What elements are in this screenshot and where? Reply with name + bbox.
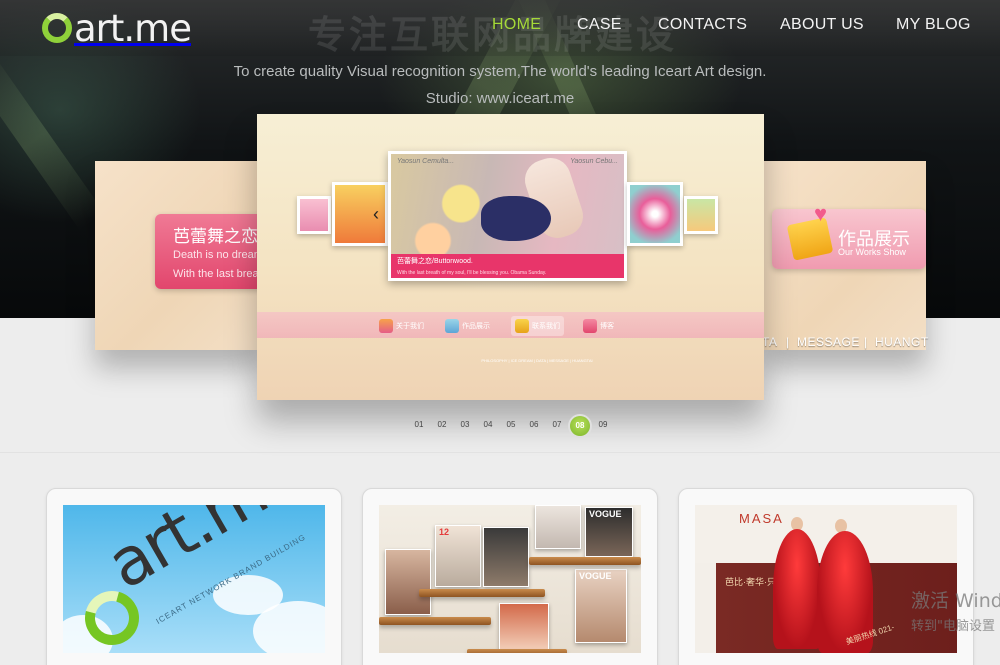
thumb-image[interactable]	[332, 182, 388, 246]
magazine-cover	[499, 603, 549, 653]
strip-link-message[interactable]: MESSAGE	[797, 335, 860, 349]
slide-left-card: 芭蕾舞之恋 Death is no drean With the last br…	[155, 214, 265, 289]
logo-ring-icon	[42, 13, 72, 43]
slide-tab-works[interactable]: 作品展示	[445, 316, 490, 336]
feature-signature-left: Yaosun Cemulta...	[397, 158, 455, 165]
section-divider	[0, 452, 1000, 453]
os-watermark-line-2: 转到"电脑设置	[911, 619, 995, 634]
pager-dot[interactable]: 01	[408, 420, 430, 429]
strip-link-huangt[interactable]: HUANGT	[875, 335, 929, 349]
feature-caption-line: With the last breath of my soul, I'll be…	[397, 270, 547, 276]
os-watermark-line-1: 激活 Wind	[911, 590, 1000, 612]
feature-signature-right: Yaosun Cebu...	[570, 158, 618, 165]
strip-separator: |	[864, 335, 868, 349]
blog-icon	[583, 319, 597, 333]
strip-separator: |	[786, 335, 790, 349]
magazine-label: 12	[439, 527, 450, 537]
nav-contacts[interactable]: CONTACTS	[658, 16, 747, 34]
slide-tab-label: 关于我们	[396, 323, 424, 330]
magazine-label: VOGUE	[589, 509, 622, 519]
slide-tab-about[interactable]: 关于我们	[379, 316, 424, 336]
slide-left-line-2: With the last brea	[173, 268, 259, 280]
thumb-image[interactable]	[627, 182, 683, 246]
tagline-line-1: To create quality Visual recognition sys…	[233, 63, 767, 80]
magazine-card-image: 12 VOGUE VOGUE	[379, 505, 641, 653]
thumb-image[interactable]	[297, 196, 331, 234]
slide-left-line-1: Death is no drean	[173, 249, 260, 261]
slide-tab-contact[interactable]: 联系我们	[511, 316, 564, 336]
wooden-shelf	[467, 649, 567, 653]
pager-dot[interactable]: 07	[546, 420, 568, 429]
slide-right-card: ♥ 作品展示 Our Works Show	[772, 201, 926, 269]
portfolio-card-fashion[interactable]: MASA 芭比·奢华·只做专属新娘 美丽热线 021-	[678, 488, 974, 665]
feature-caption-title: 芭蕾舞之恋/Buttonwood.	[397, 258, 473, 265]
nav-about-us[interactable]: ABOUT US	[780, 16, 864, 34]
strip-link-ta[interactable]: TA	[762, 335, 777, 349]
tagline-line-2: Studio: www.iceart.me	[425, 90, 575, 107]
thumb-image[interactable]	[684, 196, 718, 234]
fashion-brand: MASA	[739, 511, 784, 526]
pager-dot[interactable]: 05	[500, 420, 522, 429]
wooden-shelf	[379, 617, 491, 625]
slide-footer-nav: PHILOSOPHY | ICE DREAM | DATA | MESSAGE …	[481, 358, 593, 363]
slide-tab-blog[interactable]: 博客	[583, 316, 614, 336]
featured-image[interactable]: Yaosun Cemulta... Yaosun Cebu... 芭蕾舞之恋/B…	[388, 151, 627, 281]
slide-right-subtitle: Our Works Show	[838, 247, 906, 257]
magazine-cover	[385, 549, 431, 615]
pager-dot[interactable]: 03	[454, 420, 476, 429]
magazine-cover	[535, 505, 581, 549]
pager-dot[interactable]: 04	[477, 420, 499, 429]
pager-dot-active[interactable]: 08	[570, 416, 590, 436]
slide-left-title: 芭蕾舞之恋	[173, 227, 258, 247]
main-nav: HOME CASE CONTACTS ABOUT US MY BLOG	[480, 16, 980, 38]
nav-case[interactable]: CASE	[577, 16, 622, 34]
slide-footer: PHILOSOPHY | ICE DREAM | DATA | MESSAGE …	[427, 358, 647, 364]
model-red-dress	[773, 529, 821, 649]
slide-right-preview[interactable]: ♥ 作品展示 Our Works Show	[762, 161, 926, 350]
nav-home[interactable]: HOME	[492, 16, 541, 34]
wooden-shelf	[529, 557, 641, 565]
pager-dot[interactable]: 02	[431, 420, 453, 429]
heart-icon: ♥	[814, 201, 828, 226]
main-slide[interactable]: ‹ Yaosun Cemulta... Yaosun Cebu... 芭蕾舞之恋…	[257, 114, 764, 400]
magazine-label: VOGUE	[579, 571, 612, 581]
feature-figure	[481, 196, 551, 241]
pager-dot[interactable]: 09	[592, 420, 614, 429]
portfolio-card-brand[interactable]: art.me ICEART NETWORK BRAND BUILDING	[46, 488, 342, 665]
prev-arrow-icon[interactable]: ‹	[373, 204, 379, 225]
contact-icon	[515, 319, 529, 333]
os-activation-watermark: 激活 Wind 转到"电脑设置	[911, 586, 1000, 634]
works-icon	[445, 319, 459, 333]
slide-tab-label: 作品展示	[462, 323, 490, 330]
slide-right-link-strip: TA | MESSAGE | HUANGT	[762, 333, 1000, 353]
slide-tab-label: 联系我们	[532, 323, 560, 330]
logo-text: art.me	[74, 6, 192, 50]
pager-dot[interactable]: 06	[523, 420, 545, 429]
tagline: To create quality Visual recognition sys…	[0, 58, 1000, 112]
brand-card-image: art.me ICEART NETWORK BRAND BUILDING	[63, 505, 325, 653]
magazine-cover	[483, 527, 529, 587]
slide-tab-label: 博客	[600, 323, 614, 330]
about-icon	[379, 319, 393, 333]
slide-left-preview[interactable]: 芭蕾舞之恋 Death is no drean With the last br…	[95, 161, 265, 350]
nav-my-blog[interactable]: MY BLOG	[896, 16, 971, 34]
portfolio-card-magazine[interactable]: 12 VOGUE VOGUE	[362, 488, 658, 665]
slider-pager: 01 02 03 04 05 06 07 08 09	[408, 416, 616, 437]
site-logo[interactable]: art.me	[42, 7, 192, 50]
wooden-shelf	[419, 589, 545, 597]
